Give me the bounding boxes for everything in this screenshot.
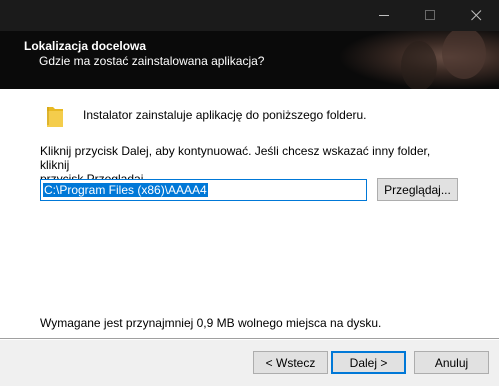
install-path-input[interactable]: C:\Program Files (x86)\AAAA4	[40, 179, 367, 201]
header-subtitle: Gdzie ma zostać zainstalowana aplikacja?	[39, 54, 265, 68]
minimize-button[interactable]	[361, 0, 407, 31]
maximize-icon	[425, 10, 435, 20]
close-icon	[471, 10, 482, 21]
maximize-button[interactable]	[407, 0, 453, 31]
browse-button[interactable]: Przeglądaj...	[377, 178, 458, 201]
instruction-line-1: Kliknij przycisk Dalej, aby kontynuować.…	[40, 144, 431, 172]
wizard-header: Lokalizacja docelowa Gdzie ma zostać zai…	[0, 31, 499, 89]
wizard-content: Instalator zainstaluje aplikację do poni…	[0, 89, 499, 338]
install-path-value: C:\Program Files (x86)\AAAA4	[43, 183, 208, 197]
close-button[interactable]	[453, 0, 499, 31]
header-image	[299, 31, 499, 89]
space-required-text: Wymagane jest przynajmniej 0,9 MB wolneg…	[40, 316, 382, 330]
title-bar	[0, 0, 499, 31]
minimize-icon	[379, 15, 389, 16]
info-text: Instalator zainstaluje aplikację do poni…	[83, 108, 367, 122]
back-button[interactable]: < Wstecz	[253, 351, 328, 374]
header-title: Lokalizacja docelowa	[24, 39, 147, 53]
folder-icon	[47, 107, 63, 127]
cancel-button[interactable]: Anuluj	[414, 351, 489, 374]
footer-divider-highlight	[0, 339, 499, 340]
next-button[interactable]: Dalej >	[331, 351, 406, 374]
